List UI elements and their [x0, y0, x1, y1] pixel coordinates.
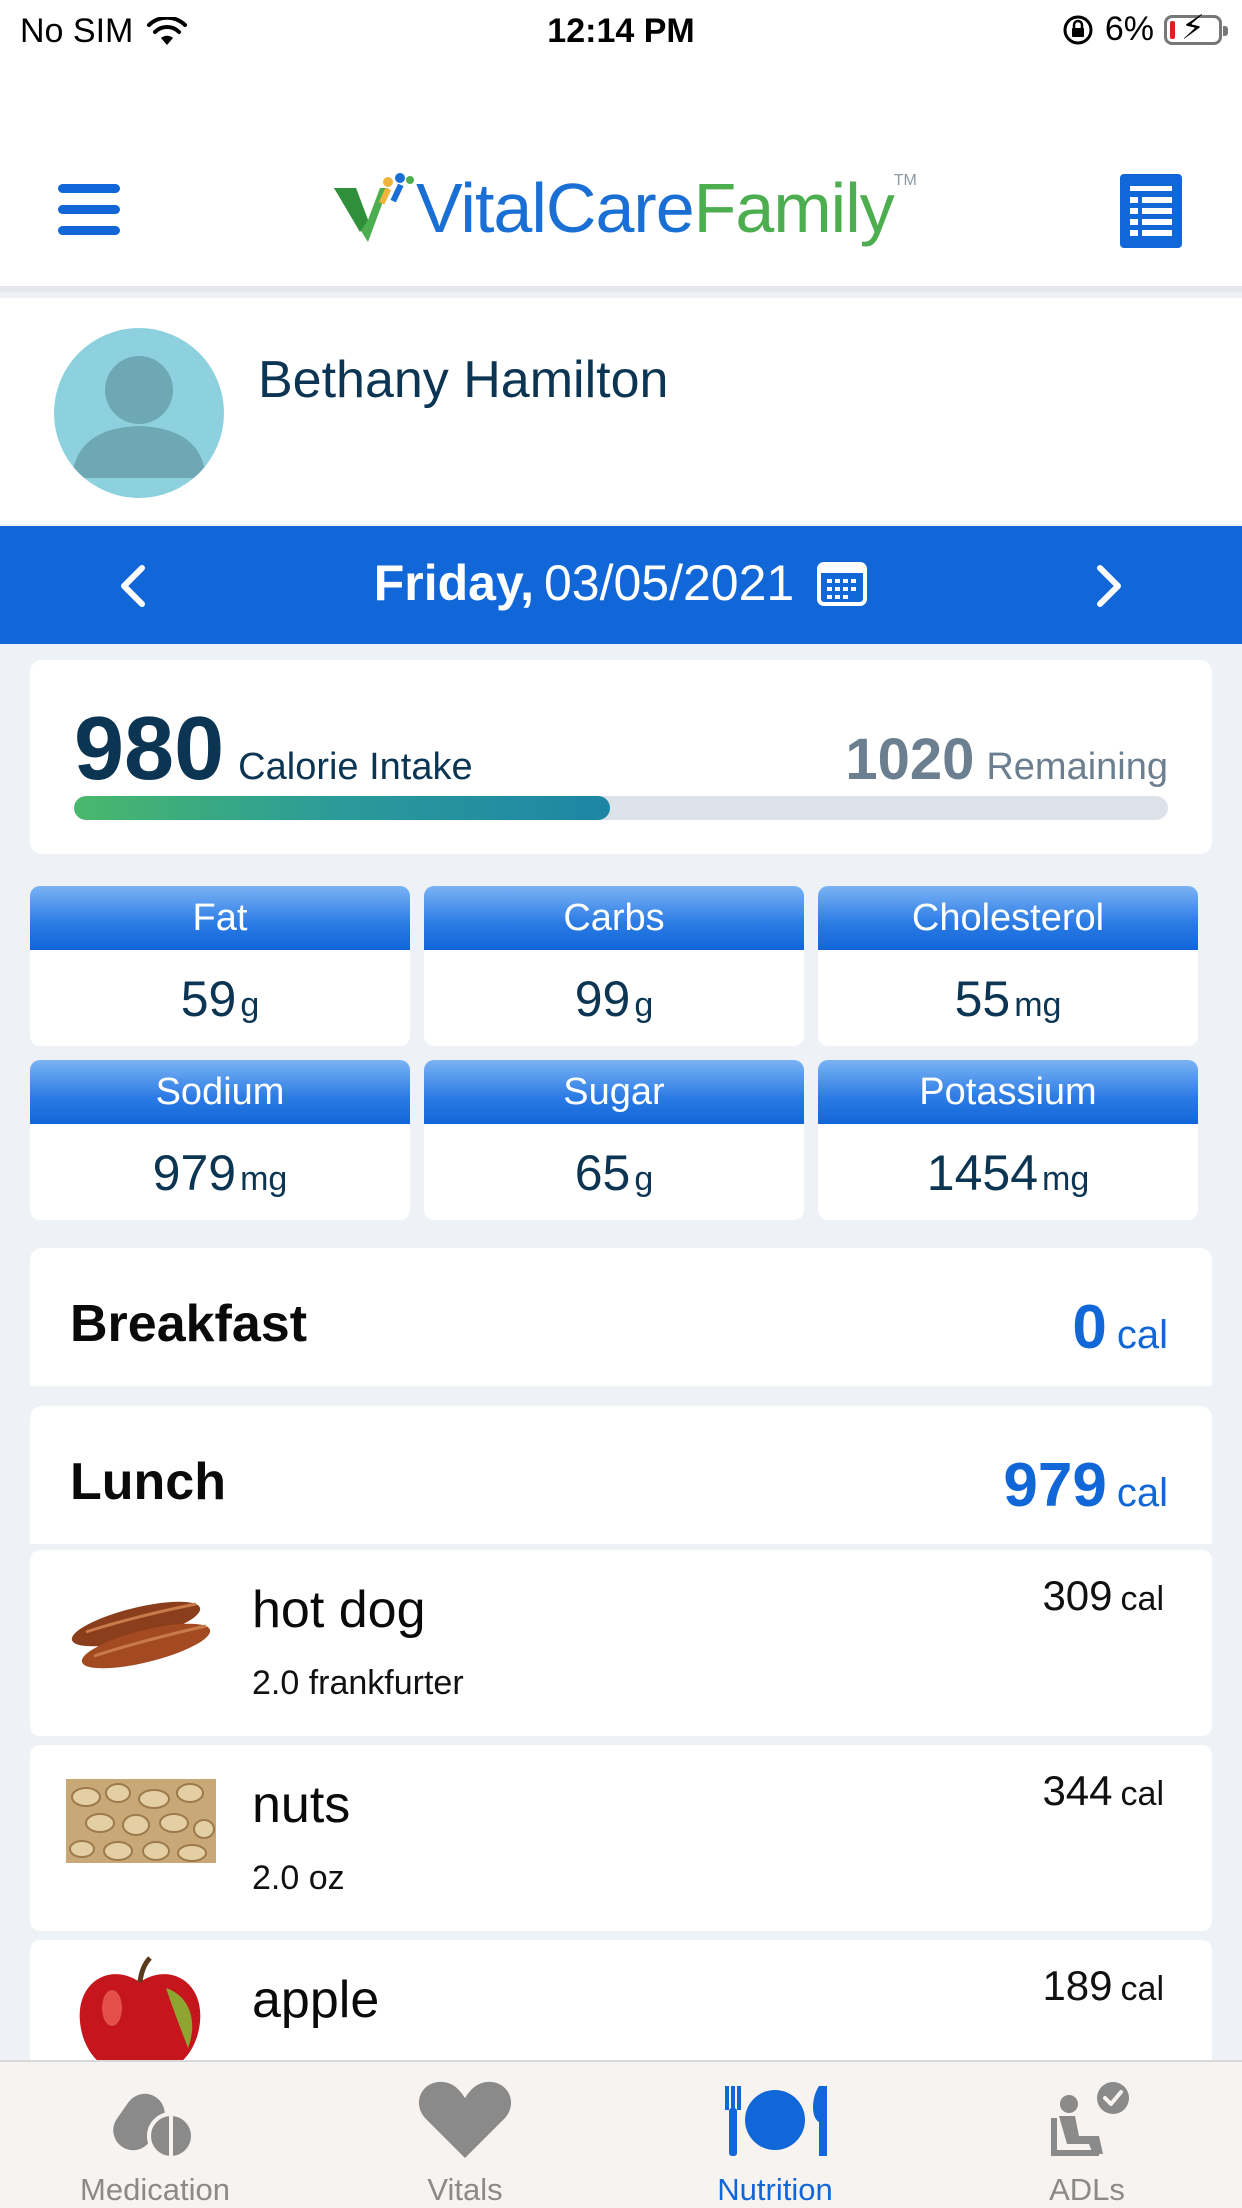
food-calories-unit: cal	[1120, 1580, 1164, 1618]
meal-title: Breakfast	[70, 1295, 308, 1353]
user-silhouette-icon	[72, 356, 206, 478]
calendar-icon[interactable]	[816, 559, 868, 607]
status-right: 6% ⚡	[1061, 10, 1228, 49]
date-navigator: Friday, 03/05/2021	[0, 526, 1242, 644]
food-name: hot dog	[252, 1581, 426, 1639]
nutrient-label: Sugar	[424, 1060, 804, 1124]
avatar[interactable]	[54, 328, 224, 498]
selected-date[interactable]: Friday, 03/05/2021	[0, 554, 1242, 612]
food-calories-unit: cal	[1120, 1970, 1164, 2008]
nutrient-tile-carbs: Carbs 99 g	[424, 886, 804, 1046]
patient-profile: Bethany Hamilton	[0, 298, 1242, 524]
status-bar: No SIM 12:14 PM 6% ⚡	[0, 0, 1242, 66]
meal-calories-value: 979	[1003, 1451, 1107, 1520]
calorie-summary-card: 980 Calorie Intake 1020 Remaining	[30, 660, 1212, 854]
nutrient-label: Cholesterol	[818, 886, 1198, 950]
nutrient-unit: g	[240, 986, 260, 1024]
food-portion: 2.0 frankfurter	[252, 1664, 464, 1702]
calorie-progress-fill	[74, 796, 611, 820]
nuts-image	[66, 1779, 216, 1863]
logo-text-vitalcare: VitalCare	[416, 169, 695, 247]
battery-charging-icon: ⚡	[1164, 11, 1228, 45]
logo-trademark: TM	[893, 172, 917, 189]
food-calories-value: 344	[1042, 1767, 1113, 1814]
nutrient-unit: mg	[1042, 1160, 1090, 1198]
battery-percent: 6%	[1104, 10, 1154, 48]
date-value: 03/05/2021	[543, 555, 795, 611]
meal-calories: 979 cal	[1003, 1450, 1168, 1521]
nutrient-unit: g	[634, 1160, 654, 1198]
food-calories-value: 189	[1042, 1962, 1113, 2009]
hamburger-menu-icon[interactable]	[58, 184, 120, 236]
food-calories-unit: cal	[1120, 1775, 1164, 1813]
calorie-intake-value: 980	[74, 699, 225, 799]
heart-icon	[418, 2081, 512, 2158]
logo-text-family: Family	[693, 169, 895, 247]
tab-adls[interactable]: ADLs	[932, 2062, 1242, 2208]
bottom-tab-bar: Medication Vitals Nutrition ADLs	[0, 2060, 1242, 2208]
food-name: apple	[252, 1971, 380, 2029]
nutrient-value: 59	[180, 971, 237, 1027]
pills-icon	[113, 2093, 195, 2160]
nutrient-tile-cholesterol: Cholesterol 55 mg	[818, 886, 1198, 1046]
tab-label: Medication	[80, 2172, 230, 2207]
nutrient-value: 55	[954, 971, 1011, 1027]
food-calories-value: 309	[1042, 1572, 1113, 1619]
food-calories: 309 cal	[1042, 1572, 1164, 1620]
nutrient-unit: g	[634, 986, 654, 1024]
nutrient-value: 99	[574, 971, 631, 1027]
calorie-remaining: 1020 Remaining	[845, 726, 1168, 793]
date-weekday: Friday,	[373, 555, 534, 611]
tab-label: Vitals	[427, 2172, 503, 2207]
person-check-icon	[1051, 2082, 1129, 2156]
tab-vitals[interactable]: Vitals	[310, 2062, 620, 2208]
nutrient-unit: mg	[240, 1160, 288, 1198]
calorie-remaining-value: 1020	[845, 727, 975, 792]
nutrient-value: 979	[152, 1145, 237, 1201]
app-header: VitalCare Family TM	[0, 66, 1242, 292]
patient-name: Bethany Hamilton	[258, 351, 669, 409]
nutrient-value: 1454	[926, 1145, 1038, 1201]
tab-label: ADLs	[1049, 2172, 1125, 2207]
calorie-progress-bar	[74, 796, 1168, 820]
calorie-remaining-label: Remaining	[986, 746, 1168, 788]
food-portion: 2.0 oz	[252, 1859, 345, 1897]
food-item-hot-dog[interactable]: hot dog 2.0 frankfurter 309 cal	[30, 1550, 1212, 1736]
tab-medication[interactable]: Medication	[0, 2062, 310, 2208]
food-calories: 344 cal	[1042, 1767, 1164, 1815]
meal-calories-value: 0	[1072, 1293, 1107, 1362]
nutrient-value: 65	[574, 1145, 631, 1201]
nutrient-tile-fat: Fat 59 g	[30, 886, 410, 1046]
nutrient-label: Sodium	[30, 1060, 410, 1124]
meal-section-breakfast[interactable]: Breakfast 0 cal	[30, 1248, 1212, 1386]
clock: 12:14 PM	[547, 12, 695, 50]
nutrient-label: Carbs	[424, 886, 804, 950]
nutrient-label: Fat	[30, 886, 410, 950]
orientation-lock-icon	[1063, 15, 1093, 44]
nutrient-unit: mg	[1014, 986, 1062, 1024]
meal-calories-unit: cal	[1116, 1313, 1168, 1357]
food-name: nuts	[252, 1776, 351, 1834]
logo-check-icon	[334, 173, 414, 242]
report-list-icon[interactable]	[1120, 174, 1182, 248]
meal-calories: 0 cal	[1072, 1292, 1168, 1363]
plate-cutlery-icon	[725, 2086, 827, 2156]
app-logo: VitalCare Family TM	[330, 168, 917, 248]
meal-title: Lunch	[70, 1453, 226, 1511]
meal-calories-unit: cal	[1116, 1471, 1168, 1515]
tab-label: Nutrition	[717, 2172, 833, 2207]
calorie-intake-label: Calorie Intake	[238, 746, 473, 788]
food-calories: 189 cal	[1042, 1962, 1164, 2010]
food-item-nuts[interactable]: nuts 2.0 oz 344 cal	[30, 1745, 1212, 1931]
tab-nutrition[interactable]: Nutrition	[620, 2062, 930, 2208]
calorie-intake: 980 Calorie Intake	[74, 698, 473, 801]
meal-section-lunch[interactable]: Lunch 979 cal	[30, 1406, 1212, 1544]
nutrient-tile-sugar: Sugar 65 g	[424, 1060, 804, 1220]
nutrient-tile-sodium: Sodium 979 mg	[30, 1060, 410, 1220]
next-day-icon[interactable]	[1078, 556, 1138, 616]
nutrient-label: Potassium	[818, 1060, 1198, 1124]
hot-dog-image	[71, 1601, 211, 1669]
nutrient-tile-potassium: Potassium 1454 mg	[818, 1060, 1198, 1220]
